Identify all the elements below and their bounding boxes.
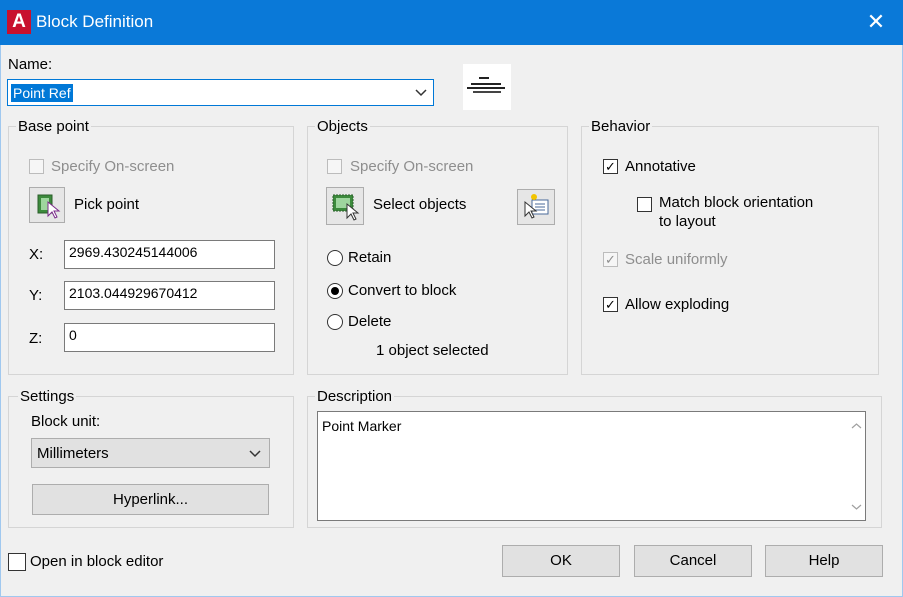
- convert-to-block-label: Convert to block: [348, 282, 457, 299]
- open-in-block-editor-checkbox[interactable]: [8, 553, 26, 571]
- name-label: Name:: [8, 56, 53, 73]
- match-orientation-checkbox[interactable]: [637, 197, 652, 212]
- cancel-button[interactable]: Cancel: [634, 545, 752, 577]
- description-text: Point Marker: [322, 418, 402, 434]
- settings-title: Settings: [18, 388, 77, 405]
- open-in-block-editor-label: Open in block editor: [30, 553, 164, 570]
- objects-specify-onscreen-label: Specify On-screen: [350, 158, 474, 175]
- scroll-up-icon[interactable]: [851, 422, 862, 430]
- pick-point-icon: [37, 194, 61, 219]
- match-orientation-label-line1: Match block orientation: [659, 194, 814, 211]
- close-button[interactable]: ✕: [864, 10, 888, 34]
- base-specify-onscreen-label: Specify On-screen: [51, 158, 175, 175]
- chevron-down-icon: [249, 450, 261, 458]
- autocad-logo-icon: A: [7, 10, 31, 34]
- name-combobox[interactable]: Point Ref: [7, 79, 434, 106]
- match-orientation-label-line2: to layout: [659, 213, 716, 230]
- select-objects-icon: [332, 194, 360, 221]
- x-label: X:: [29, 246, 44, 263]
- scale-uniformly-checkbox[interactable]: ✓: [603, 252, 618, 267]
- y-coordinate-input[interactable]: 2103.044929670412: [64, 281, 275, 310]
- retain-radio[interactable]: [327, 250, 343, 266]
- select-objects-button[interactable]: [326, 187, 364, 225]
- checkmark-icon: ✓: [605, 252, 616, 267]
- block-preview-thumbnail: [463, 64, 511, 110]
- scale-uniformly-label: Scale uniformly: [625, 251, 728, 268]
- z-label: Z:: [29, 330, 43, 347]
- chevron-down-icon[interactable]: [414, 88, 428, 98]
- base-point-title: Base point: [16, 118, 91, 135]
- checkmark-icon: ✓: [605, 159, 616, 174]
- behavior-title: Behavior: [589, 118, 653, 135]
- description-textarea[interactable]: Point Marker: [317, 411, 866, 521]
- objects-specify-onscreen-checkbox[interactable]: [327, 159, 342, 174]
- hyperlink-button[interactable]: Hyperlink...: [32, 484, 269, 515]
- block-unit-label: Block unit:: [31, 413, 101, 430]
- block-unit-dropdown[interactable]: Millimeters: [31, 438, 270, 468]
- select-objects-label: Select objects: [373, 196, 467, 213]
- y-label: Y:: [29, 287, 43, 304]
- selection-status-text: 1 object selected: [376, 342, 489, 359]
- pick-point-label: Pick point: [74, 196, 140, 213]
- scroll-down-icon[interactable]: [851, 503, 862, 511]
- base-specify-onscreen-checkbox[interactable]: [29, 159, 44, 174]
- description-scrollbar[interactable]: [848, 412, 865, 520]
- z-coordinate-input[interactable]: 0: [64, 323, 275, 352]
- objects-title: Objects: [315, 118, 370, 135]
- annotative-checkbox[interactable]: ✓: [603, 159, 618, 174]
- allow-exploding-checkbox[interactable]: ✓: [603, 297, 618, 312]
- block-preview-icon: [467, 77, 505, 93]
- name-value[interactable]: Point Ref: [11, 84, 73, 102]
- pick-point-button[interactable]: [29, 187, 65, 223]
- convert-to-block-radio[interactable]: [327, 283, 343, 299]
- retain-label: Retain: [348, 249, 392, 266]
- window-title: Block Definition: [36, 12, 154, 31]
- delete-label: Delete: [348, 313, 392, 330]
- close-icon: ✕: [866, 9, 886, 34]
- allow-exploding-label: Allow exploding: [625, 296, 730, 313]
- delete-radio[interactable]: [327, 314, 343, 330]
- annotative-label: Annotative: [625, 158, 696, 175]
- help-button[interactable]: Help: [765, 545, 883, 577]
- quick-select-button[interactable]: [517, 189, 555, 225]
- ok-button[interactable]: OK: [502, 545, 620, 577]
- description-title: Description: [315, 388, 395, 405]
- checkmark-icon: ✓: [605, 297, 616, 312]
- x-coordinate-input[interactable]: 2969.430245144006: [64, 240, 275, 269]
- block-unit-value: Millimeters: [37, 445, 109, 462]
- quick-select-icon: [524, 194, 549, 219]
